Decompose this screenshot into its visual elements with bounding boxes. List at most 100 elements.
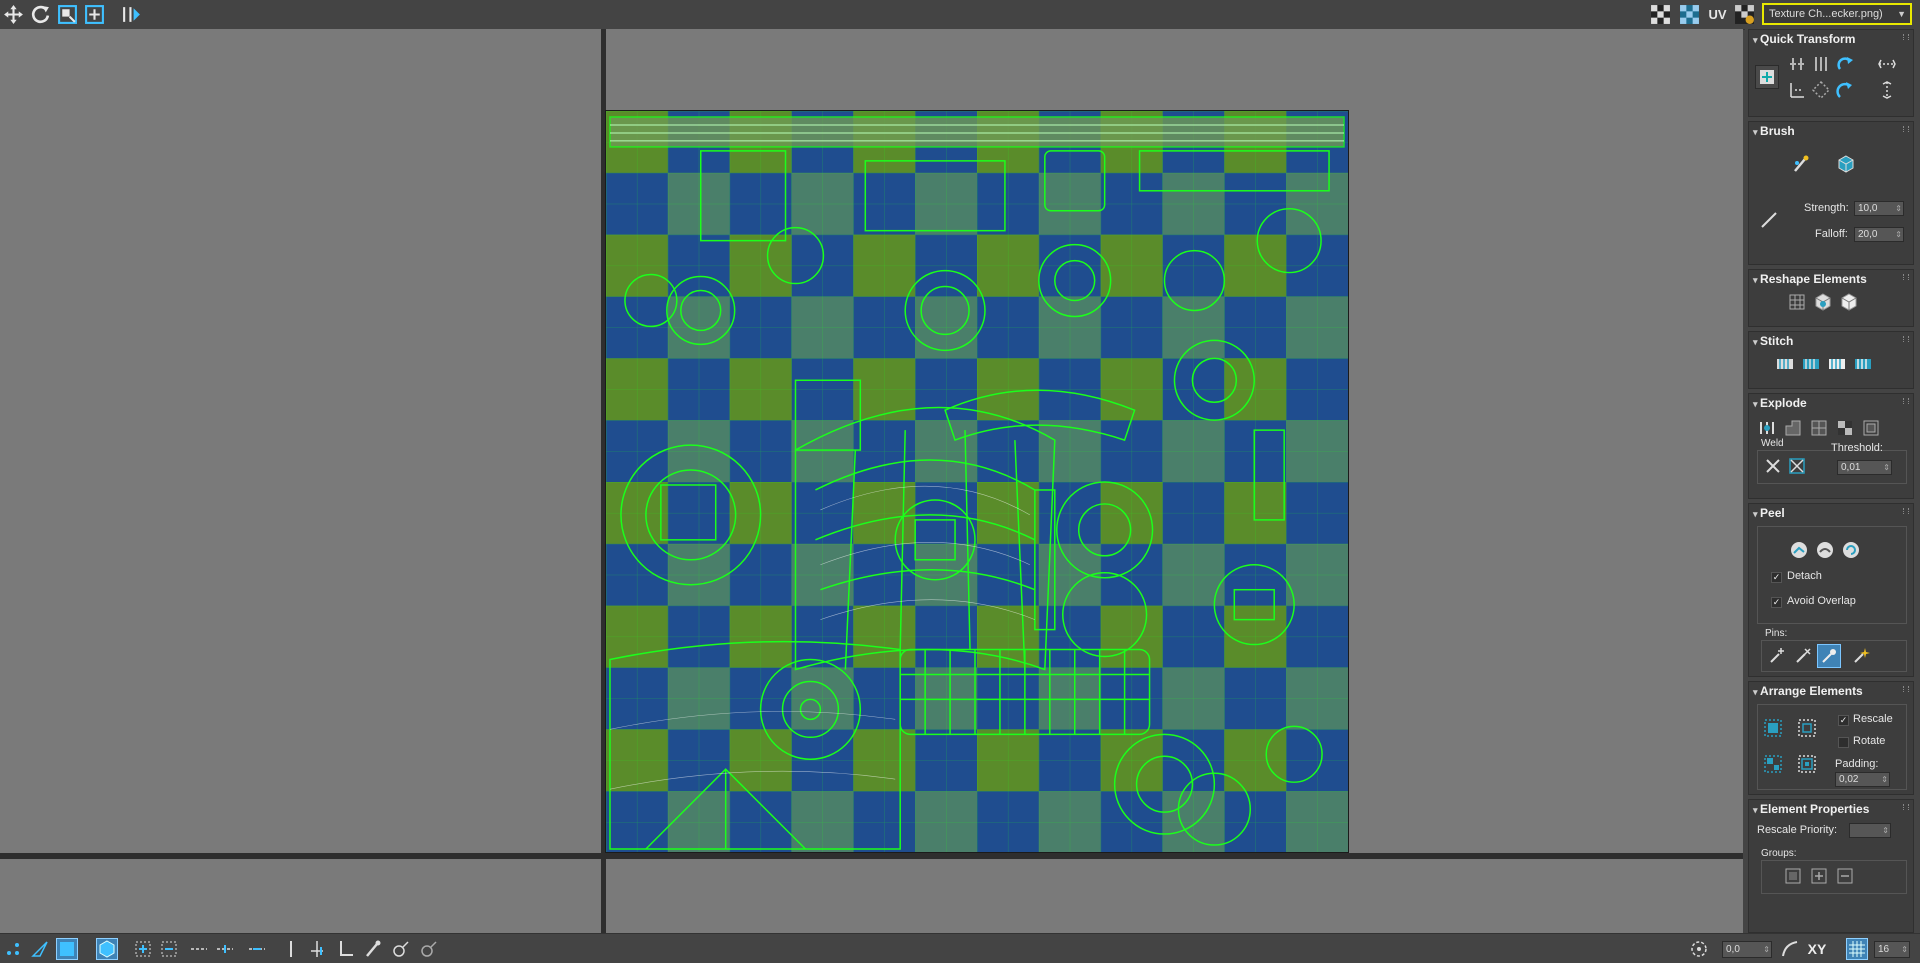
face-mode-icon[interactable] bbox=[56, 938, 78, 960]
pack-options-icon[interactable] bbox=[1795, 752, 1819, 776]
snap-icon[interactable] bbox=[1688, 938, 1710, 960]
rollout-handle[interactable] bbox=[1903, 126, 1909, 132]
weld-all-icon[interactable] bbox=[1785, 454, 1809, 478]
align-pivot-icon[interactable] bbox=[1755, 65, 1779, 89]
rollout-handle[interactable] bbox=[1903, 34, 1909, 40]
quick-peel-icon[interactable] bbox=[1787, 538, 1811, 562]
stitch-to-target-icon[interactable] bbox=[1773, 352, 1797, 376]
reset-peel-icon[interactable] bbox=[1839, 538, 1863, 562]
brush-title[interactable]: Brush bbox=[1753, 124, 1795, 138]
paint-select-grow-icon[interactable] bbox=[390, 938, 412, 960]
peel-title[interactable]: Peel bbox=[1753, 506, 1785, 520]
relax-options-icon[interactable] bbox=[1837, 290, 1861, 314]
detach-checkbox[interactable]: ✓ bbox=[1771, 572, 1782, 583]
texture-dropdown[interactable]: Texture Ch...ecker.png) ▼ bbox=[1762, 3, 1912, 25]
pin-add-icon[interactable] bbox=[1765, 644, 1789, 668]
ring-grow-icon[interactable] bbox=[246, 938, 268, 960]
pack-normalize-icon[interactable] bbox=[1761, 716, 1785, 740]
group-select-icon[interactable] bbox=[1781, 864, 1805, 888]
paint-select-icon[interactable] bbox=[362, 938, 384, 960]
relax-icon[interactable] bbox=[1811, 290, 1835, 314]
grid-size-value[interactable]: 16 bbox=[1874, 941, 1910, 958]
rotate-cw-icon[interactable] bbox=[1833, 52, 1857, 76]
relax-brush-icon[interactable] bbox=[1832, 150, 1860, 178]
linear-align-icon[interactable] bbox=[1809, 78, 1833, 102]
loop-shrink-icon[interactable] bbox=[214, 938, 236, 960]
grow-selection-icon[interactable] bbox=[132, 938, 154, 960]
edge-mode-icon[interactable] bbox=[29, 938, 51, 960]
break-icon[interactable] bbox=[1755, 416, 1779, 440]
rollout-handle[interactable] bbox=[1903, 804, 1909, 810]
element-mode-icon[interactable] bbox=[96, 938, 118, 960]
auto-pin-icon[interactable] bbox=[1849, 644, 1873, 668]
uv-label[interactable]: UV bbox=[1706, 3, 1729, 26]
ring-select-icon[interactable] bbox=[306, 938, 328, 960]
edit-pins-icon[interactable] bbox=[1817, 644, 1841, 668]
pin-remove-icon[interactable] bbox=[1791, 644, 1815, 668]
rescale-priority-spinner[interactable] bbox=[1849, 823, 1891, 838]
stitch-to-source-icon[interactable] bbox=[1825, 352, 1849, 376]
align-horizontal-icon[interactable] bbox=[1785, 52, 1809, 76]
rotate-ccw-icon[interactable] bbox=[1833, 78, 1857, 102]
space-vertical-icon[interactable] bbox=[1875, 78, 1899, 102]
rescale-label: Rescale bbox=[1853, 713, 1893, 725]
weld-selected-icon[interactable] bbox=[1761, 454, 1785, 478]
group-remove-icon[interactable] bbox=[1833, 864, 1857, 888]
flatten-by-polygon-angle-icon[interactable] bbox=[1859, 416, 1883, 440]
grid-snap-icon[interactable] bbox=[1846, 938, 1868, 960]
rollout-handle[interactable] bbox=[1903, 274, 1909, 280]
threshold-spinner[interactable]: 0,01 bbox=[1837, 460, 1892, 475]
strength-spinner[interactable]: 10,0 bbox=[1854, 201, 1904, 216]
falloff-spinner[interactable]: 20,0 bbox=[1854, 227, 1904, 242]
uv-layout-canvas[interactable] bbox=[606, 111, 1348, 852]
align-bottom-icon[interactable] bbox=[1785, 78, 1809, 102]
reshape-title[interactable]: Reshape Elements bbox=[1753, 272, 1867, 286]
freeform-icon[interactable] bbox=[83, 3, 106, 26]
rotate-checkbox[interactable] bbox=[1838, 737, 1849, 748]
avoid-overlap-checkbox[interactable]: ✓ bbox=[1771, 597, 1782, 608]
padding-spinner[interactable]: 0,02 bbox=[1835, 772, 1890, 787]
flatten-by-smoothing-icon[interactable] bbox=[1807, 416, 1831, 440]
stitch-title[interactable]: Stitch bbox=[1753, 334, 1793, 348]
quick-transform-title[interactable]: Quick Transform bbox=[1753, 32, 1855, 46]
stitch-average-icon[interactable] bbox=[1799, 352, 1823, 376]
shrink-selection-icon[interactable] bbox=[158, 938, 180, 960]
falloff-curve-icon[interactable] bbox=[1779, 938, 1801, 960]
stitch-custom-icon[interactable] bbox=[1851, 352, 1875, 376]
explode-title[interactable]: Explode bbox=[1753, 396, 1807, 410]
loop-select-icon[interactable] bbox=[334, 938, 356, 960]
soft-select-value[interactable]: 0,0 bbox=[1722, 941, 1772, 958]
uv-editor-viewport[interactable] bbox=[0, 29, 1743, 933]
arrange-title[interactable]: Arrange Elements bbox=[1753, 684, 1863, 698]
vertex-mode-icon[interactable] bbox=[2, 938, 24, 960]
rollout-handle[interactable] bbox=[1903, 508, 1909, 514]
explode-to-islands-icon[interactable] bbox=[1781, 416, 1805, 440]
checker-options-icon[interactable] bbox=[1733, 3, 1756, 26]
mirror-icon[interactable] bbox=[120, 3, 143, 26]
straighten-icon[interactable] bbox=[1785, 290, 1809, 314]
paint-select-shrink-icon[interactable] bbox=[418, 938, 440, 960]
pack-together-icon[interactable] bbox=[1761, 752, 1785, 776]
align-vertical-icon[interactable] bbox=[1809, 52, 1833, 76]
paint-brush-icon[interactable] bbox=[1787, 150, 1815, 178]
axis-xy-toggle[interactable]: XY bbox=[1806, 938, 1828, 960]
move-icon[interactable] bbox=[2, 3, 25, 26]
element-properties-title[interactable]: Element Properties bbox=[1753, 802, 1869, 816]
rollout-handle[interactable] bbox=[1903, 336, 1909, 342]
rollout-handle[interactable] bbox=[1903, 398, 1909, 404]
uv-texture-area[interactable] bbox=[605, 110, 1349, 853]
pack-custom-icon[interactable] bbox=[1795, 716, 1819, 740]
rotate-icon[interactable] bbox=[29, 3, 52, 26]
space-horizontal-icon[interactable] bbox=[1875, 52, 1899, 76]
ring-shrink-icon[interactable] bbox=[280, 938, 302, 960]
rollout-handle[interactable] bbox=[1903, 686, 1909, 692]
rescale-checkbox[interactable]: ✓ bbox=[1838, 715, 1849, 726]
flatten-by-material-icon[interactable] bbox=[1833, 416, 1857, 440]
peel-mode-icon[interactable] bbox=[1813, 538, 1837, 562]
checker-display-icon[interactable] bbox=[1678, 3, 1701, 26]
scale-icon[interactable] bbox=[56, 3, 79, 26]
checker-icon[interactable] bbox=[1649, 3, 1672, 26]
group-add-icon[interactable] bbox=[1807, 864, 1831, 888]
line-brush-icon[interactable] bbox=[1755, 206, 1783, 234]
loop-grow-icon[interactable] bbox=[188, 938, 210, 960]
